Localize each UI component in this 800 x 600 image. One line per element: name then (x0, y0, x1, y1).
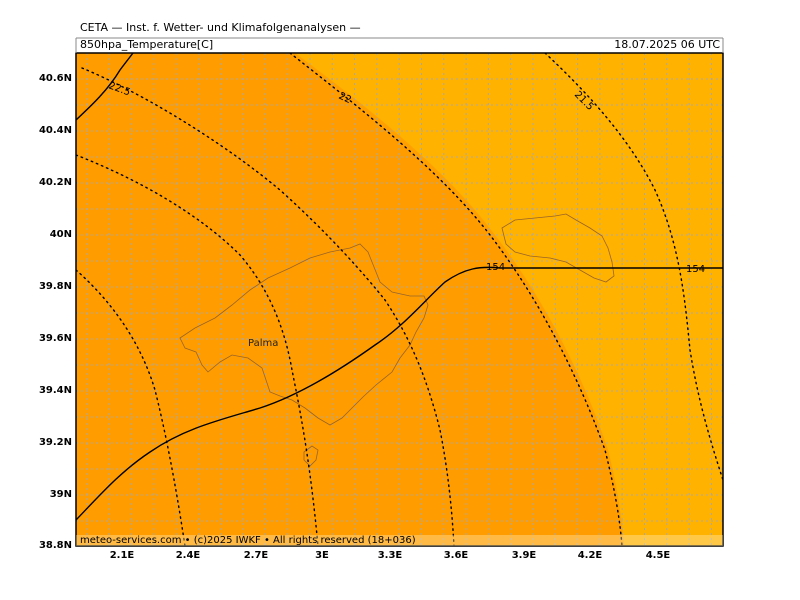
lon-label-2-4e: 2.4E (175, 550, 201, 561)
lon-label-4-5e: 4.5E (645, 550, 671, 561)
lat-label-40n: 40N (49, 229, 72, 240)
lat-label-39-4n: 39.4N (38, 385, 72, 396)
lat-label-38-8n: 38.8N (38, 540, 72, 551)
lat-label-39n: 39N (49, 489, 72, 500)
height-label-154-center: 154 (486, 262, 505, 273)
lat-label-40-2n: 40.2N (38, 177, 72, 188)
lon-label-2-7e: 2.7E (243, 550, 269, 561)
lat-label-39-2n: 39.2N (38, 437, 72, 448)
lon-label-3-6e: 3.6E (443, 550, 469, 561)
copyright-footer: meteo-services.com • (c)2025 IWKF • All … (80, 535, 416, 546)
lat-label-39-8n: 39.8N (38, 281, 72, 292)
lat-label-40-4n: 40.4N (38, 125, 72, 136)
lat-label-40-6n: 40.6N (38, 73, 72, 84)
height-label-154-east: 154 (686, 264, 705, 275)
lat-label-39-6n: 39.6N (38, 333, 72, 344)
map-canvas: 22.5 22 21.5 154 154 (75, 37, 724, 547)
lon-label-3e: 3E (315, 550, 329, 561)
lon-label-4-2e: 4.2E (577, 550, 603, 561)
lon-label-3-3e: 3.3E (377, 550, 403, 561)
place-label-palma: Palma (248, 338, 279, 349)
lon-label-2-1e: 2.1E (109, 550, 135, 561)
lon-label-3-9e: 3.9E (511, 550, 537, 561)
